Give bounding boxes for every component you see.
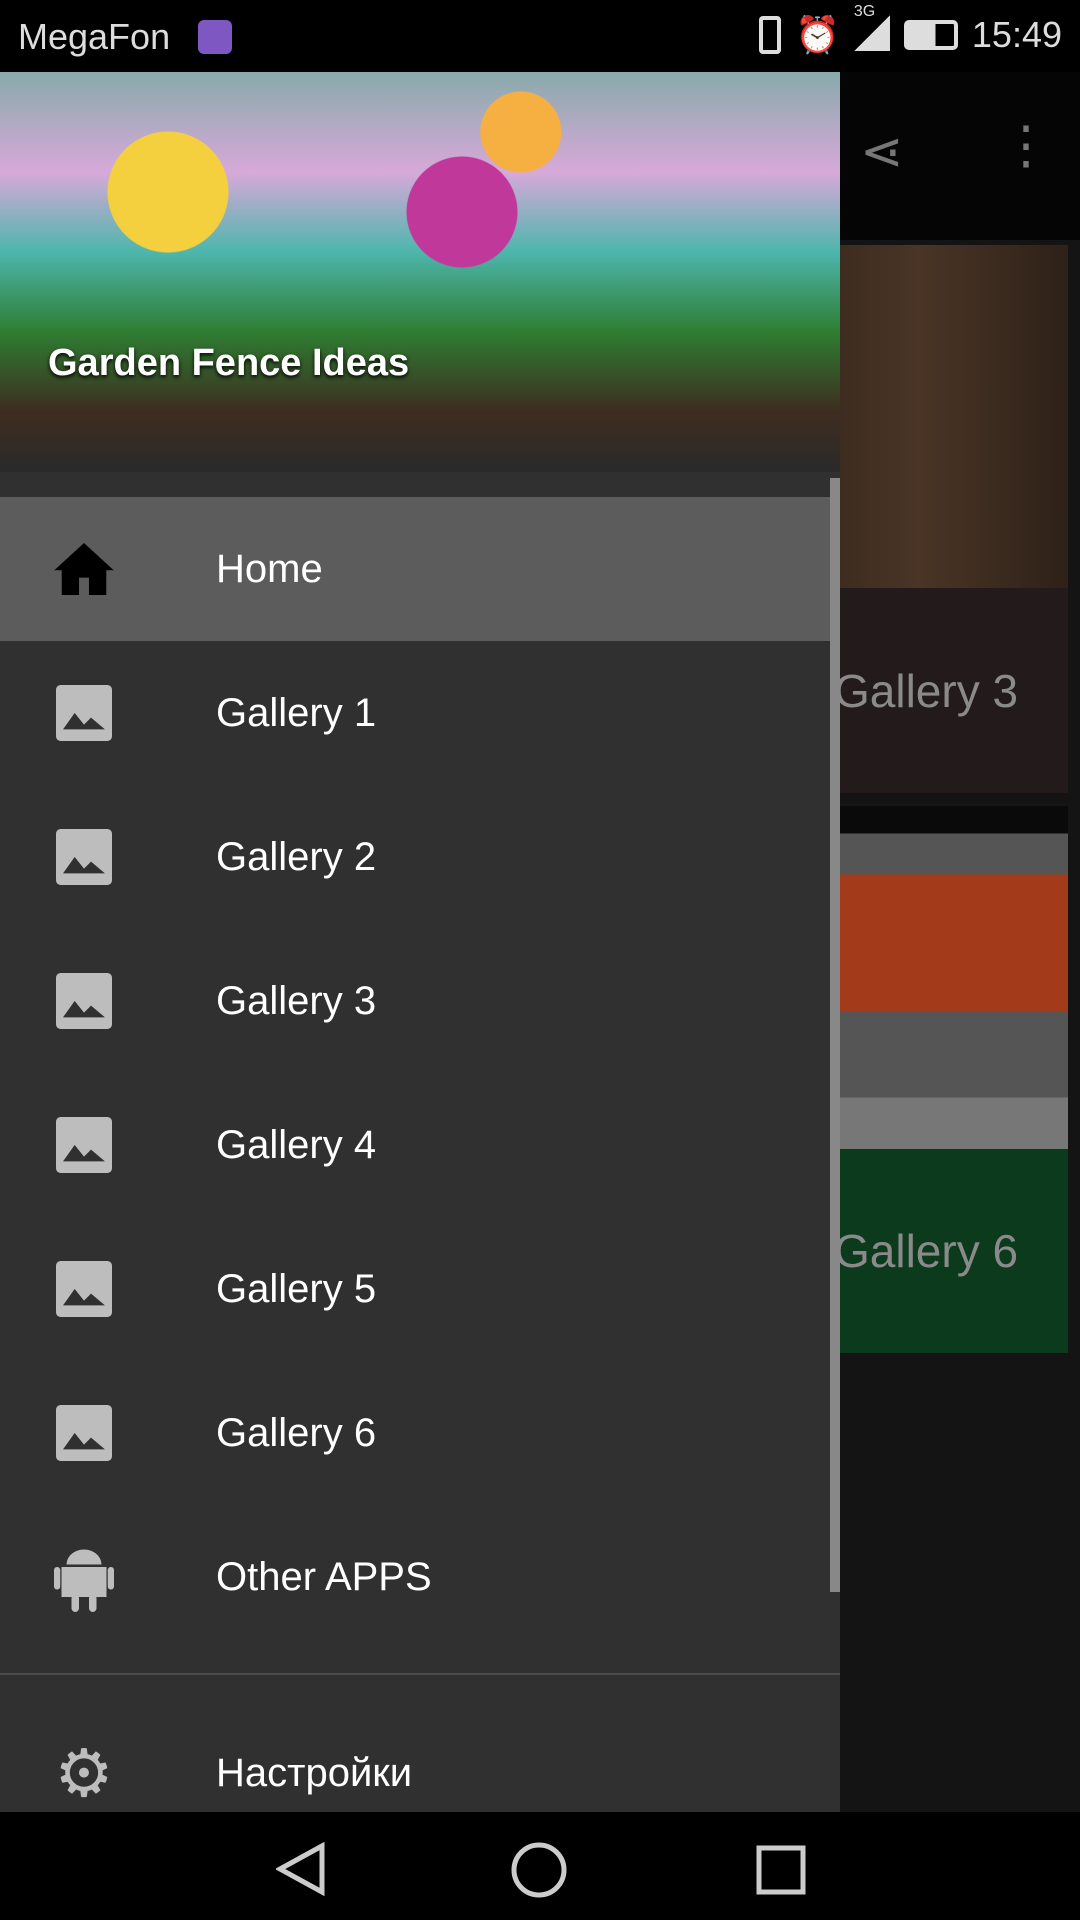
drawer-item-gallery-5[interactable]: Gallery 5 bbox=[0, 1217, 830, 1361]
home-icon bbox=[54, 539, 114, 599]
drawer-item-label: Gallery 4 bbox=[216, 1122, 377, 1167]
drawer-item-label: Home bbox=[216, 546, 323, 591]
drawer-item-label: Other APPS bbox=[216, 1554, 432, 1599]
card-label: Gallery 6 bbox=[834, 1225, 1019, 1277]
system-navigation-bar bbox=[0, 1812, 1080, 1920]
status-bar: MegaFon ⏰ 3G 15:49 bbox=[0, 0, 1080, 72]
drawer-item-gallery-3[interactable]: Gallery 3 bbox=[0, 929, 830, 1073]
card-label: Gallery 3 bbox=[834, 664, 1019, 717]
image-icon bbox=[54, 1259, 114, 1319]
battery-icon bbox=[903, 20, 958, 50]
drawer-item-label: Gallery 5 bbox=[216, 1266, 377, 1311]
home-button[interactable] bbox=[510, 1842, 568, 1903]
gallery-card-label[interactable]: Gallery 3 bbox=[820, 588, 1068, 793]
more-options-icon[interactable]: ⋮ bbox=[1000, 116, 1052, 176]
image-icon bbox=[54, 1403, 114, 1463]
alarm-icon: ⏰ bbox=[795, 14, 840, 55]
image-icon bbox=[54, 971, 114, 1031]
drawer-item-gallery-6[interactable]: Gallery 6 bbox=[0, 1361, 830, 1505]
network-type: 3G bbox=[853, 2, 876, 20]
navigation-drawer: Garden Fence Ideas Home Gallery 1 Galler… bbox=[0, 72, 840, 1812]
gallery-notification-icon bbox=[198, 20, 232, 54]
share-icon[interactable]: ⋖ bbox=[860, 122, 904, 182]
drawer-item-other-apps[interactable]: Other APPS bbox=[0, 1505, 830, 1649]
drawer-item-settings[interactable]: ⚙ Настройки bbox=[0, 1701, 830, 1812]
signal-icon: 3G bbox=[853, 3, 890, 56]
vibrate-icon bbox=[759, 16, 782, 54]
recents-button[interactable] bbox=[756, 1845, 806, 1900]
drawer-header-image: Garden Fence Ideas bbox=[0, 72, 840, 472]
drawer-item-label: Gallery 2 bbox=[216, 834, 377, 879]
gallery-card-image[interactable] bbox=[820, 245, 1068, 588]
gear-icon: ⚙ bbox=[54, 1735, 114, 1810]
back-button[interactable] bbox=[274, 1841, 326, 1901]
image-icon bbox=[54, 683, 114, 743]
drawer-item-gallery-2[interactable]: Gallery 2 bbox=[0, 785, 830, 929]
clock: 15:49 bbox=[971, 14, 1062, 55]
drawer-item-label: Gallery 3 bbox=[216, 978, 377, 1023]
drawer-divider bbox=[0, 1673, 840, 1675]
drawer-item-label: Gallery 1 bbox=[216, 690, 377, 735]
app-title: Garden Fence Ideas bbox=[48, 342, 410, 384]
drawer-scrollbar[interactable] bbox=[830, 478, 840, 1592]
image-icon bbox=[54, 827, 114, 887]
gallery-card-label[interactable]: Gallery 6 bbox=[820, 1149, 1068, 1353]
drawer-item-label: Gallery 6 bbox=[216, 1410, 377, 1455]
drawer-item-gallery-4[interactable]: Gallery 4 bbox=[0, 1073, 830, 1217]
drawer-item-home[interactable]: Home bbox=[0, 497, 830, 641]
carrier-name: MegaFon bbox=[18, 16, 171, 57]
android-icon bbox=[54, 1547, 114, 1612]
image-icon bbox=[54, 1115, 114, 1175]
drawer-item-label: Настройки bbox=[216, 1750, 413, 1795]
drawer-item-gallery-1[interactable]: Gallery 1 bbox=[0, 641, 830, 785]
gallery-card-image[interactable] bbox=[820, 806, 1068, 1149]
